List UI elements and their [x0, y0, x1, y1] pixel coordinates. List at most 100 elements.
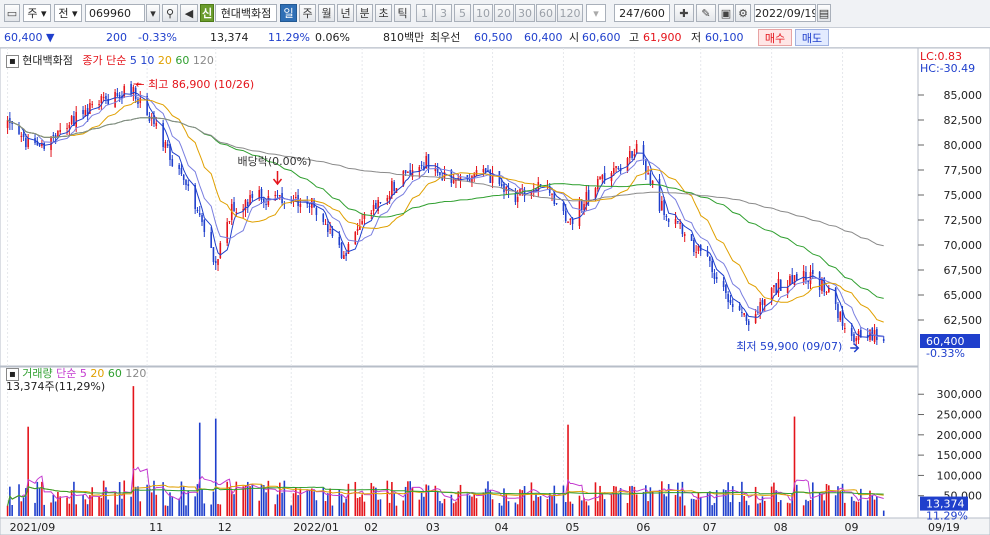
draw-tool-icon[interactable]: ✎	[696, 4, 716, 22]
period-dropdown[interactable]: ▾	[586, 4, 606, 22]
volume-bar	[743, 496, 745, 516]
code-dropdown-button[interactable]: ▾	[146, 4, 160, 22]
candle-body	[379, 202, 382, 203]
volume-bar	[839, 490, 842, 516]
volume-bar	[823, 500, 826, 516]
stock-chart[interactable]: 85,000 82,500 80,000 77,500 75,000 72,500 70,0…	[0, 48, 990, 535]
candle-body	[722, 281, 725, 287]
candle-body	[404, 170, 407, 173]
volume-bar	[551, 495, 553, 516]
volume-bar	[434, 485, 437, 516]
min-5[interactable]: 5	[454, 4, 471, 22]
min-120[interactable]: 120	[557, 4, 583, 22]
candle-body	[809, 272, 812, 284]
speaker-icon[interactable]: ◀	[180, 4, 198, 22]
volume-bar	[123, 480, 126, 516]
min-20[interactable]: 20	[494, 4, 514, 22]
candle-body	[68, 125, 71, 128]
collapse-icon[interactable]: ▪	[6, 55, 19, 68]
tab-year[interactable]: 년	[337, 4, 354, 22]
volume-bar	[121, 498, 123, 516]
candle-body	[278, 195, 281, 196]
candle-body	[850, 328, 853, 336]
volume-bar	[283, 480, 286, 516]
volume-bar	[242, 486, 244, 516]
volume-bar	[594, 482, 597, 516]
min-3[interactable]: 3	[435, 4, 452, 22]
volume-bar	[166, 505, 169, 516]
candle-body	[500, 184, 503, 186]
code-input[interactable]: 069960	[85, 4, 145, 22]
open-label: 시	[569, 31, 580, 44]
candle-body	[626, 158, 629, 171]
candle-body	[649, 173, 652, 184]
min-30[interactable]: 30	[515, 4, 535, 22]
volume-bar	[585, 501, 588, 516]
volume-bar	[292, 493, 295, 516]
volume-bar	[27, 426, 29, 516]
time-axis-label: 04	[495, 521, 509, 534]
candle-body	[420, 165, 423, 166]
volume-bar	[626, 502, 629, 516]
settings-icon[interactable]: ⚙	[735, 4, 751, 22]
candle-body	[391, 181, 393, 196]
volume-bar	[423, 496, 425, 516]
candle-body	[612, 168, 615, 173]
candle-body	[514, 193, 517, 202]
candle-body	[182, 175, 185, 180]
volume-bar	[507, 501, 510, 516]
candle-body	[855, 338, 858, 341]
price-axis-label: 82,500	[944, 114, 983, 127]
volume-bar	[361, 494, 363, 516]
volume-bar	[203, 503, 206, 516]
volume-bar	[233, 494, 235, 516]
chart-menu-icon[interactable]: ▭	[4, 4, 20, 22]
volume-bar	[505, 493, 508, 516]
candle-body	[633, 154, 636, 156]
save-icon[interactable]: ▣	[718, 4, 734, 22]
volume-bar	[619, 488, 622, 516]
min-1[interactable]: 1	[416, 4, 433, 22]
tab-day[interactable]: 일	[280, 4, 297, 22]
tab-week[interactable]: 주	[299, 4, 316, 22]
candle-body	[811, 270, 814, 274]
buy-button[interactable]: 매수	[758, 29, 792, 46]
candle-body	[155, 123, 158, 126]
market-select[interactable]: 주 ▾	[23, 4, 51, 22]
volume-bar	[105, 487, 107, 516]
min-60[interactable]: 60	[536, 4, 556, 22]
tab-minute[interactable]: 분	[356, 4, 373, 22]
sell-button[interactable]: 매도	[795, 29, 829, 46]
search-icon[interactable]: ⚲	[162, 4, 178, 22]
candle-body	[201, 215, 203, 222]
volume-bar	[857, 501, 860, 516]
candle-body	[98, 104, 100, 105]
tab-month[interactable]: 월	[318, 4, 335, 22]
candle-body	[743, 313, 745, 315]
volume-bar	[777, 502, 780, 516]
calendar-icon[interactable]: ▤	[817, 4, 831, 22]
volume-bar	[587, 505, 590, 516]
candle-body	[148, 116, 151, 121]
volume-bar	[276, 494, 279, 516]
tab-second[interactable]: 초	[375, 4, 392, 22]
volume-bar	[379, 499, 382, 516]
volume-bar	[471, 496, 473, 516]
tab-tick[interactable]: 틱	[394, 4, 411, 22]
volume-bar	[441, 503, 444, 516]
type-select[interactable]: 전 ▾	[54, 4, 82, 22]
volume-bar	[729, 502, 732, 516]
min-10[interactable]: 10	[473, 4, 493, 22]
count-field[interactable]: 247/600	[614, 4, 670, 22]
volume-bar	[418, 499, 421, 516]
date-field[interactable]: 2022/09/19	[754, 4, 816, 22]
candle-body	[761, 300, 764, 305]
volume-bar	[603, 499, 606, 516]
volume-bar	[75, 504, 78, 516]
candle-body	[647, 173, 649, 174]
candle-body	[185, 180, 187, 185]
volume-bar	[747, 505, 750, 516]
candle-body	[340, 243, 343, 258]
volume-value: 13,374	[210, 31, 249, 44]
indicator-icon[interactable]: ✚	[674, 4, 694, 22]
